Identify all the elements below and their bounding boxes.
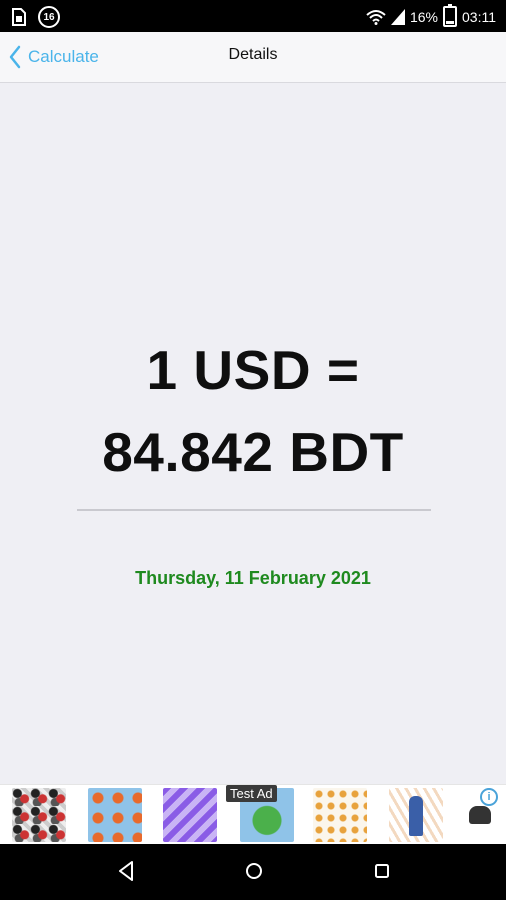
sim-card-icon [12,8,26,26]
test-ad-label: Test Ad [226,785,277,802]
notification-badge: 16 [38,6,60,28]
divider [77,509,431,511]
battery-icon [443,4,457,27]
navigation-header: Calculate Details [0,32,506,83]
ad-pattern-thumbnail[interactable] [88,788,142,842]
home-icon[interactable] [244,860,264,882]
battery-percent: 16% [409,8,438,25]
conversion-base: 1 USD = [146,339,360,401]
status-bar: 16 16% 03:11 [0,0,506,32]
ad-info-icon[interactable]: i [480,788,498,806]
back-icon[interactable] [117,860,135,882]
ad-pattern-thumbnail[interactable] [389,788,443,842]
clock: 03:11 [462,8,496,25]
signal-icon [390,8,405,25]
wifi-icon [366,9,386,25]
ad-pattern-thumbnail[interactable] [163,788,217,842]
system-navigation-bar [0,844,506,900]
page-title: Details [228,46,278,63]
ad-pattern-thumbnail[interactable] [313,788,367,842]
recents-icon[interactable] [373,860,391,882]
rate-date: Thursday, 11 February 2021 [135,568,371,588]
conversion-result: 84.842 BDT [102,421,404,483]
ad-pattern-thumbnail[interactable] [12,788,66,842]
